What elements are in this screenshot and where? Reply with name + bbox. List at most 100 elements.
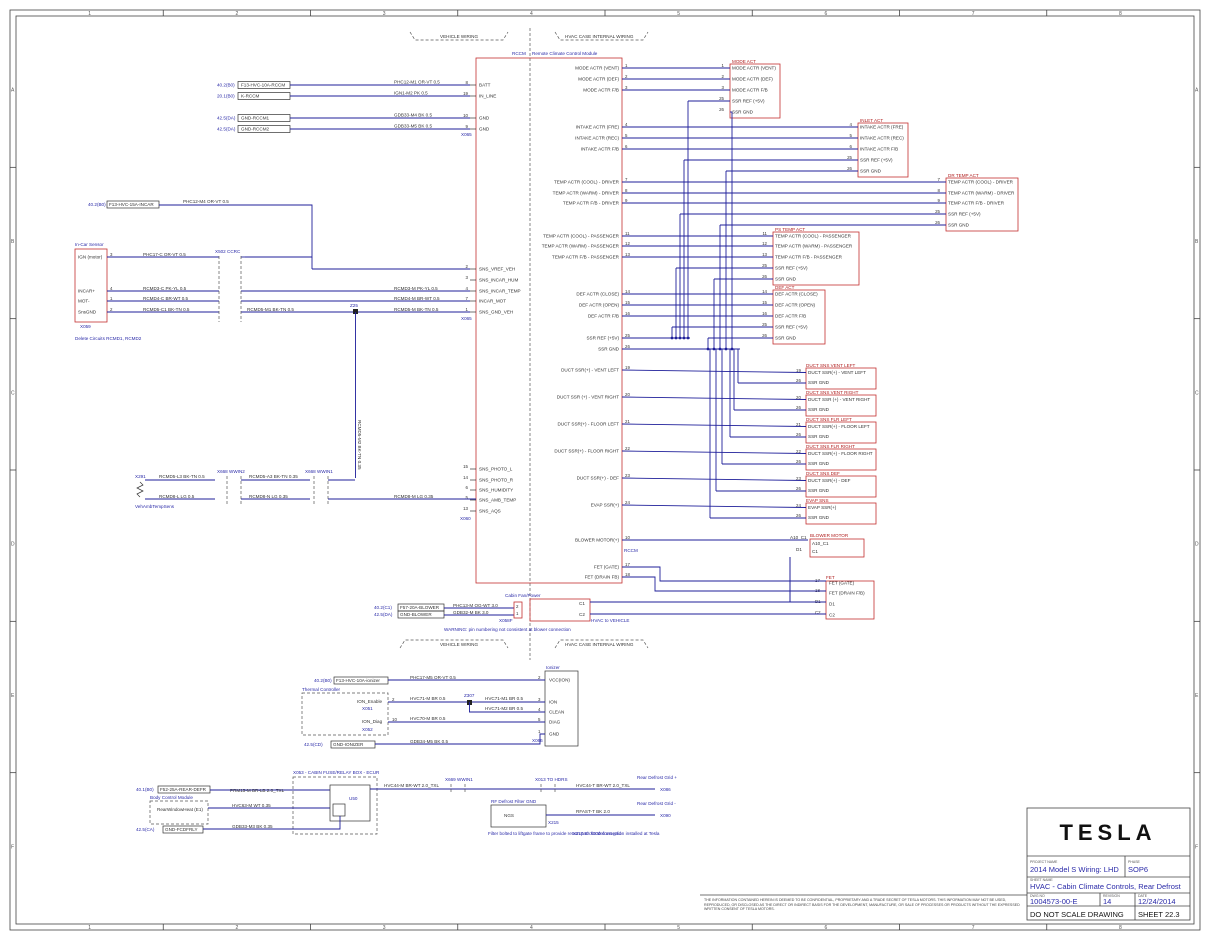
column-marker-bottom: 8: [1119, 925, 1122, 931]
rd-wire2: HVC63-M WT 0.35: [232, 803, 271, 808]
duct-sensor-signal-wire: [621, 369, 807, 373]
ssr-ref-junction: [674, 336, 678, 340]
ion-wire: HVC71-M BR 0.5: [410, 696, 446, 701]
rccm-module: RCCM Remote Climate Control Module RCCM …: [461, 51, 638, 584]
rccm-right-pin-name: DUCT SSR(+) - FLOOR LEFT: [557, 422, 619, 427]
project-label: PROJECT NAME: [1030, 860, 1058, 864]
rccm-left-pin-number: 4: [466, 286, 469, 291]
amb-conn: X291: [135, 474, 146, 479]
vehicle-wiring-label-2: VEHICLE WIRING: [440, 642, 478, 647]
amb-wire1: RCMD5-L3 BK-TN 0.5: [159, 474, 205, 479]
rccm-right-pin-name: TEMP ACTR F/B - DRIVER: [563, 201, 620, 206]
rcmd-vertical-wire: RCMD5-M2 BK-TN 0.35: [357, 420, 362, 470]
blower-d1: D1: [796, 547, 802, 552]
relay-coil-icon: [332, 803, 346, 817]
blower-conn: A10_C1: [790, 535, 807, 540]
duct-sensor-gnd-number: 26: [796, 378, 801, 383]
thermal-c1: X051: [362, 706, 373, 711]
rd-wire4: HVC44-T BR-WT 2.0_TXL: [576, 783, 630, 788]
fet-pins: FET (GATE)17FET (DRAIN F/B)18D1D1C2C2: [815, 578, 865, 618]
actuator-title: MODE ACT: [732, 59, 756, 64]
power-input-ref: 42.5(DA): [217, 116, 236, 121]
power-input-wire-label: GDB33-M4 BK 0.5: [394, 113, 432, 118]
fet-pin-number: 17: [815, 578, 820, 583]
column-marker-bottom: 7: [972, 925, 975, 931]
duct-sensor-title: EVAP SNS: [806, 498, 829, 503]
rccm-right-pin-number: 16: [625, 311, 630, 316]
rccm-right-pin-number: 21: [625, 419, 630, 424]
incar-pin-number: 4: [110, 286, 113, 291]
ionizer-pins: VCC(ION) 2 ION 3 CLEAN 4 DIAG 5 GND 1: [538, 675, 570, 737]
actuator-pin-name: TEMP ACTR (COOL) - DRIVER: [948, 180, 1014, 185]
cabin-fan-conn1: F57-20A-BLOWER: [400, 605, 440, 610]
rccm-right-pin-number: 14: [625, 289, 630, 294]
ionizer-pin-name: ION: [549, 700, 557, 705]
rccm-right-pin-name: SSR GND: [598, 347, 620, 352]
actuator-pin-number: 25: [719, 96, 724, 101]
duct-sensor-signal-wire: [621, 504, 807, 508]
actuator-pin-number: 25: [935, 209, 940, 214]
cabin-fan-title: Cabin Fan/Power: [505, 593, 541, 598]
rd-gnd-conn: GND-FCDFRLY: [165, 827, 198, 832]
blower-pin-label: A10_C1: [812, 541, 829, 546]
actuator-pin-name: INTAKE ACTR (FRE): [860, 125, 904, 130]
rccm-title: RCCM: [512, 51, 526, 56]
actuator-pin-number: 26: [762, 274, 767, 279]
ionizer-pin-name: VCC(ION): [549, 678, 570, 683]
rccm-right-pin-number: 22: [625, 446, 630, 451]
actuator-pin-name: SSR GND: [775, 277, 797, 282]
cabin-fan-wire2: GDB32-M BK 3.0: [453, 610, 489, 615]
rccm-right-pin-number: 17: [625, 562, 630, 567]
schematic-sheet: 1122334455667788A AB BC CD DE EF F VEHICLE WIR…: [9, 9, 1201, 931]
rccm-right-pin-name: INTAKE ACTR (FRE): [576, 125, 620, 130]
incar-pin-number: 1: [110, 296, 113, 301]
duct-sensor-gnd-name: SSR GND: [808, 515, 830, 520]
rccm-right-pin-number: 9: [625, 198, 628, 203]
amb-conn-end: X060: [460, 516, 471, 521]
rccm-right-pin-number: 6: [625, 144, 628, 149]
column-marker-top: 8: [1119, 11, 1122, 17]
actuator-pin-number: 3: [722, 85, 725, 90]
rccm-left-pin-number: 14: [463, 475, 468, 480]
actuator-pin-name: SSR GND: [775, 336, 797, 341]
actuator-pin-number: 12: [762, 241, 767, 246]
amb-wire4: RCMD8-N LG 0.35: [249, 494, 288, 499]
cabin-fan-pin1: 1: [516, 611, 519, 616]
rccm-right-pin-number: 24: [625, 500, 630, 505]
power-input-wire-label: IGN1-M2 PK 0.5: [394, 91, 428, 96]
column-marker-top: 6: [824, 11, 827, 17]
rd-inline: X669 WWIN1: [445, 777, 473, 782]
actuator-pin-name: INTAKE ACTR F/B: [860, 147, 898, 152]
actuator-pin-number: 2: [722, 74, 725, 79]
rd-ngs: NGS: [504, 813, 514, 818]
relay-u50-label: U50: [349, 796, 358, 801]
rccm-left-pin-number: 3: [466, 275, 469, 280]
row-marker-right: B: [1195, 239, 1199, 245]
ionizer-feed-ref: 40.2(B0): [314, 678, 332, 683]
rd-rf-title: RF Defrost Filter GND: [491, 799, 537, 804]
actuator-pin-number: 25: [762, 322, 767, 327]
actuator-pin-name: MODE ACTR (DEF): [732, 77, 773, 82]
rccm-right-pin-number: 20: [625, 392, 630, 397]
rccm-right-pin-name: DEF ACTR F/B: [588, 314, 619, 319]
ssr-ref-junction: [686, 336, 690, 340]
rf-filter-box: [490, 804, 547, 828]
date: 12/24/2014: [1138, 897, 1176, 906]
actuator-pin-name: TEMP ACTR F/B - PASSENGER: [775, 255, 843, 260]
rd-rwd: RearWindowHeat (E1): [157, 807, 203, 812]
ion-pin-b: 10: [392, 717, 397, 722]
rccm-right-pin-number: 1: [625, 63, 628, 68]
ion-gnd-conn: GND-IONIZER: [333, 742, 364, 747]
rccm-right-pin-name: DUCT SSR(+) - DEF: [577, 476, 620, 481]
ionizer-title: Ionizer: [546, 665, 560, 670]
rccm-left-pin-name: SNS_INCAR_HUM: [479, 278, 518, 283]
actuator-pin-name: TEMP ACTR (WARM) - PASSENGER: [775, 244, 853, 249]
rccm-left-pin-number: 13: [463, 506, 468, 511]
rccm-right-pin-name: DUCT SSR(+) - FLOOR RIGHT: [554, 449, 619, 454]
thermistor-icon: [136, 481, 144, 498]
rccm-right-pin-name: DUCT SSR(+) - VENT LEFT: [561, 368, 619, 373]
rccm-right-pin-number: 13: [625, 252, 630, 257]
cabin-fan-conn2: GND-BLOWER: [400, 612, 432, 617]
incar-pin-name: MOT-: [78, 299, 90, 304]
incar-feed-wire: PHC12-M4 OR-VT 0.5: [183, 199, 229, 204]
